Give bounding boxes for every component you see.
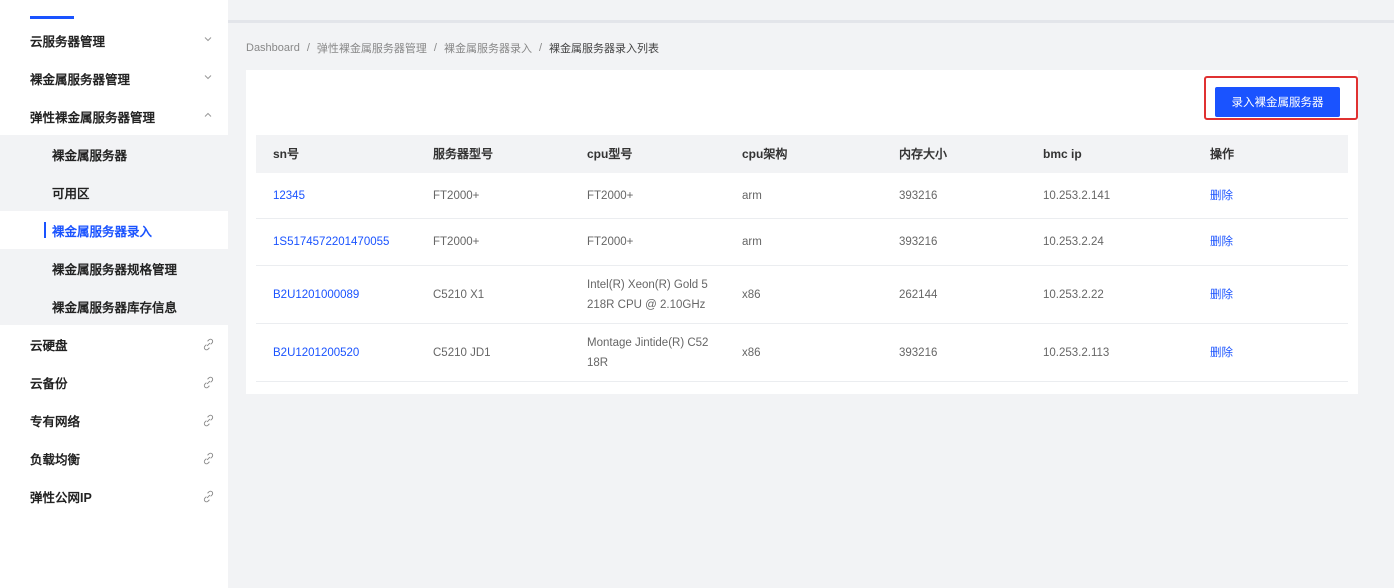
sidebar: 云服务器管理 裸金属服务器管理 弹性裸金属服务器管理 裸金属服务器 可用区 裸金… bbox=[0, 0, 228, 588]
memory-size: 262144 bbox=[899, 288, 938, 301]
table-row: 1S5174572201470055 FT2000+ FT2000+ arm 3… bbox=[256, 219, 1348, 266]
main-content: Dashboard / 弹性裸金属服务器管理 / 裸金属服务器录入 / 裸金属服… bbox=[228, 0, 1394, 588]
cpu-model: FT2000+ bbox=[587, 236, 634, 248]
column-header-bmc-ip: bmc ip bbox=[1043, 147, 1082, 161]
column-header-memory: 内存大小 bbox=[899, 147, 948, 161]
sidebar-item-label: 裸金属服务器库存信息 bbox=[52, 300, 178, 315]
memory-size: 393216 bbox=[899, 189, 938, 202]
header-divider bbox=[228, 20, 1394, 23]
cpu-arch: arm bbox=[742, 189, 762, 202]
delete-button[interactable]: 删除 bbox=[1193, 232, 1348, 252]
bmc-ip: 10.253.2.24 bbox=[1043, 236, 1104, 248]
breadcrumb-elastic-bare-metal[interactable]: 弹性裸金属服务器管理 bbox=[317, 40, 427, 56]
sidebar-item-cloud-backup[interactable]: 云备份 bbox=[0, 363, 228, 401]
breadcrumb-current: 裸金属服务器录入列表 bbox=[549, 43, 660, 55]
table-row: 12345 FT2000+ FT2000+ arm 393216 10.253.… bbox=[256, 173, 1348, 219]
server-model: FT2000+ bbox=[433, 189, 480, 202]
column-header-actions: 操作 bbox=[1210, 147, 1235, 161]
link-icon bbox=[188, 490, 228, 503]
sn-link[interactable]: B2U1201200520 bbox=[256, 343, 416, 363]
sidebar-item-label: 专有网络 bbox=[30, 414, 81, 429]
column-header-model: 服务器型号 bbox=[433, 147, 494, 161]
chevron-down-icon bbox=[188, 72, 228, 85]
sidebar-item-spec-management[interactable]: 裸金属服务器规格管理 bbox=[0, 249, 228, 287]
table-row: B2U1201000089 C5210 X1 Intel(R) Xeon(R) … bbox=[256, 266, 1348, 324]
chevron-up-icon bbox=[188, 110, 228, 123]
bmc-ip: 10.253.2.113 bbox=[1043, 346, 1110, 359]
link-icon bbox=[188, 414, 228, 427]
table-header: sn号 服务器型号 cpu型号 cpu架构 内存大小 bmc ip 操作 bbox=[256, 135, 1348, 173]
sn-link[interactable]: 1S5174572201470055 bbox=[256, 232, 416, 252]
breadcrumb-bare-metal-entry[interactable]: 裸金属服务器录入 bbox=[444, 40, 532, 56]
sidebar-item-availability-zone[interactable]: 可用区 bbox=[0, 173, 228, 211]
delete-button[interactable]: 删除 bbox=[1193, 186, 1348, 206]
delete-button[interactable]: 删除 bbox=[1193, 285, 1348, 305]
sidebar-top-indicator bbox=[30, 16, 74, 19]
memory-size: 393216 bbox=[899, 236, 938, 248]
cpu-arch: x86 bbox=[742, 288, 761, 301]
sidebar-item-label: 裸金属服务器录入 bbox=[52, 224, 153, 239]
bmc-ip: 10.253.2.141 bbox=[1043, 189, 1111, 202]
sidebar-item-label: 负载均衡 bbox=[30, 452, 81, 467]
sidebar-item-bare-metal[interactable]: 裸金属服务器管理 bbox=[0, 59, 228, 97]
breadcrumb-separator: / bbox=[433, 42, 437, 54]
sidebar-item-label: 云硬盘 bbox=[30, 338, 68, 353]
server-table: sn号 服务器型号 cpu型号 cpu架构 内存大小 bmc ip 操作 123… bbox=[256, 135, 1348, 382]
server-model: C5210 X1 bbox=[433, 288, 485, 301]
sidebar-item-label: 弹性裸金属服务器管理 bbox=[30, 110, 156, 125]
breadcrumb-separator: / bbox=[306, 42, 310, 54]
sidebar-item-elastic-bare-metal[interactable]: 弹性裸金属服务器管理 bbox=[0, 97, 228, 135]
sidebar-item-label: 云服务器管理 bbox=[30, 34, 106, 49]
table-row: B2U1201200520 C5210 JD1 Montage Jintide(… bbox=[256, 324, 1348, 382]
chevron-down-icon bbox=[188, 34, 228, 47]
sidebar-item-cloud-disk[interactable]: 云硬盘 bbox=[0, 325, 228, 363]
sidebar-item-label: 云备份 bbox=[30, 376, 68, 391]
link-icon bbox=[188, 376, 228, 389]
cpu-arch: arm bbox=[742, 236, 762, 248]
server-model: FT2000+ bbox=[433, 236, 480, 248]
link-icon bbox=[188, 338, 228, 351]
column-header-sn: sn号 bbox=[273, 147, 300, 161]
sidebar-item-cloud-server[interactable]: 云服务器管理 bbox=[0, 21, 228, 59]
column-header-cpu-arch: cpu架构 bbox=[742, 147, 788, 161]
app-root: 云服务器管理 裸金属服务器管理 弹性裸金属服务器管理 裸金属服务器 可用区 裸金… bbox=[0, 0, 1394, 588]
sidebar-item-label: 弹性公网IP bbox=[30, 490, 92, 505]
sidebar-item-bare-metal-server[interactable]: 裸金属服务器 bbox=[0, 135, 228, 173]
sidebar-item-inventory[interactable]: 裸金属服务器库存信息 bbox=[0, 287, 228, 325]
content-panel: 录入裸金属服务器 sn号 服务器型号 cpu型号 cpu架构 内存大小 bmc … bbox=[246, 70, 1358, 394]
cpu-arch: x86 bbox=[742, 346, 761, 359]
delete-button[interactable]: 删除 bbox=[1193, 343, 1348, 363]
add-bare-metal-button[interactable]: 录入裸金属服务器 bbox=[1215, 87, 1340, 117]
breadcrumb: Dashboard / 弹性裸金属服务器管理 / 裸金属服务器录入 / 裸金属服… bbox=[246, 40, 659, 56]
sidebar-item-bare-metal-entry[interactable]: 裸金属服务器录入 bbox=[0, 211, 228, 249]
sidebar-item-load-balancer[interactable]: 负载均衡 bbox=[0, 439, 228, 477]
cpu-model: Intel(R) Xeon(R) Gold 5 218R CPU @ 2.10G… bbox=[587, 278, 708, 311]
sidebar-item-vpc[interactable]: 专有网络 bbox=[0, 401, 228, 439]
server-model: C5210 JD1 bbox=[433, 346, 491, 359]
memory-size: 393216 bbox=[899, 346, 938, 359]
breadcrumb-dashboard[interactable]: Dashboard bbox=[246, 42, 300, 54]
breadcrumb-separator: / bbox=[538, 42, 543, 54]
cpu-model: FT2000+ bbox=[587, 189, 634, 202]
sidebar-item-label: 可用区 bbox=[52, 186, 90, 201]
sidebar-item-label: 裸金属服务器规格管理 bbox=[52, 262, 178, 277]
column-header-cpu-model: cpu型号 bbox=[587, 147, 633, 161]
sn-link[interactable]: 12345 bbox=[256, 186, 416, 206]
sidebar-item-label: 裸金属服务器 bbox=[52, 148, 128, 163]
sidebar-item-elastic-ip[interactable]: 弹性公网IP bbox=[0, 477, 228, 515]
cpu-model: Montage Jintide(R) C52 18R bbox=[587, 336, 709, 369]
sidebar-item-label: 裸金属服务器管理 bbox=[30, 72, 131, 87]
link-icon bbox=[188, 452, 228, 465]
sn-link[interactable]: B2U1201000089 bbox=[256, 285, 416, 305]
bmc-ip: 10.253.2.22 bbox=[1043, 288, 1104, 301]
